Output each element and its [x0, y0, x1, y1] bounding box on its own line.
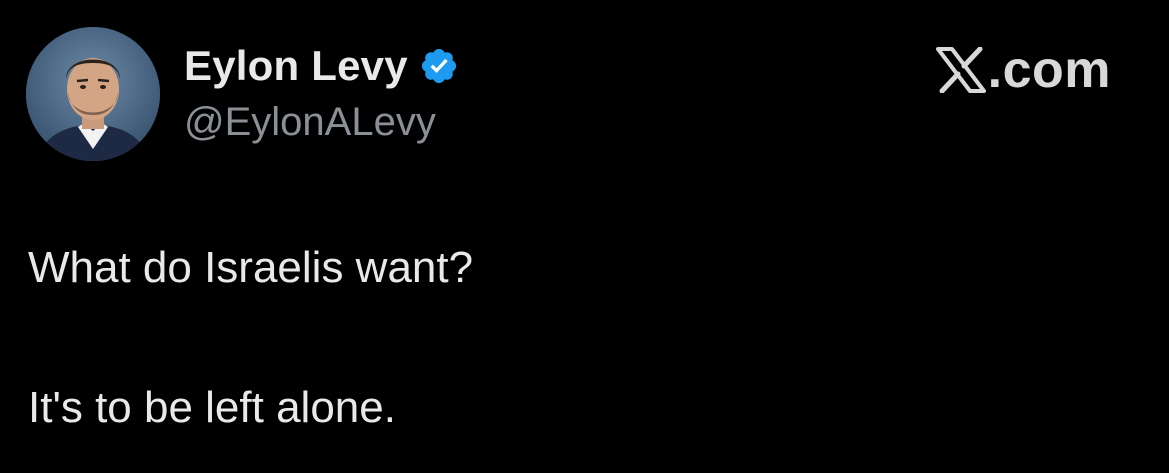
name-row: Eylon Levy [184, 40, 459, 92]
brand-watermark: .com [935, 40, 1111, 100]
verified-badge-icon [419, 46, 459, 86]
avatar[interactable] [26, 27, 160, 161]
x-logo-icon [935, 46, 986, 94]
display-name[interactable]: Eylon Levy [184, 40, 408, 92]
author-handle[interactable]: @EylonALevy [184, 98, 459, 146]
tweet-card: Eylon Levy @EylonALevy .com What do Isra… [0, 0, 1169, 473]
avatar-image [26, 27, 160, 161]
author-info: Eylon Levy @EylonALevy [184, 40, 459, 146]
brand-domain-text: .com [987, 41, 1111, 99]
tweet-line: What do Israelis want? [28, 243, 474, 292]
tweet-text: What do Israelis want? It's to be left a… [28, 240, 1128, 436]
tweet-line: It's to be left alone. [28, 383, 396, 432]
